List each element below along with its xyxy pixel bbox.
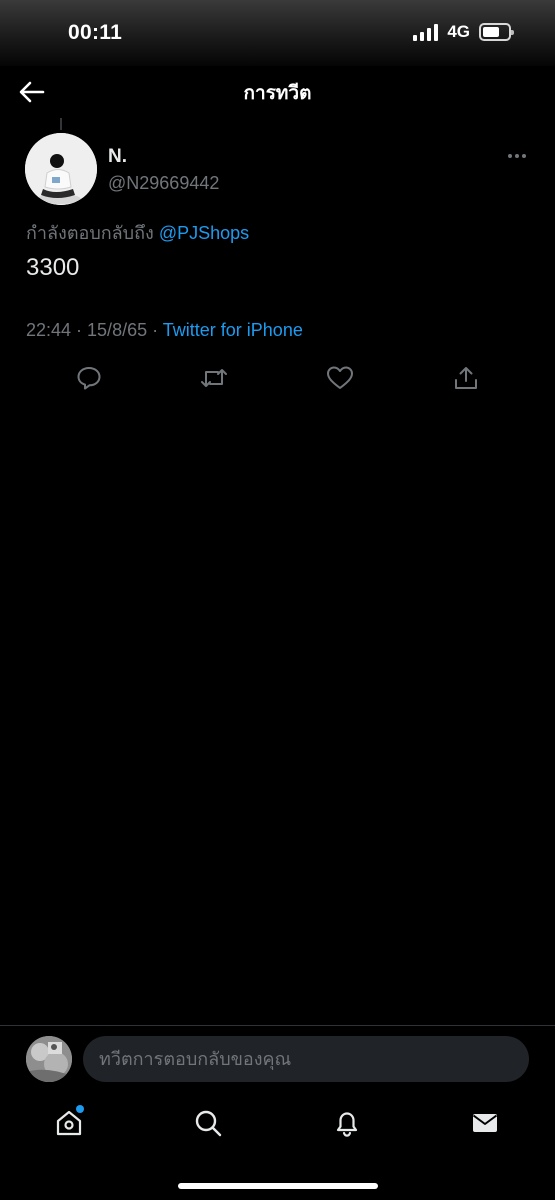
status-time: 00:11 [68,21,123,44]
signal-icon [413,23,439,41]
nav-search[interactable] [190,1105,226,1141]
reply-context: กำลังตอบกลับถึง @PJShops [26,218,249,247]
retweet-icon [201,369,227,387]
thread-connector-line [60,118,62,130]
notifications-icon [336,1112,358,1137]
tweet-text: 3300 [26,254,80,281]
display-name[interactable]: N. [108,146,127,168]
share-icon [455,367,477,389]
home-indicator [178,1183,378,1189]
home-notification-dot [76,1105,84,1113]
reply-button[interactable] [74,363,104,393]
header: การทวีต [0,66,555,118]
page-title: การทวีต [243,83,312,104]
avatar[interactable] [25,133,97,205]
reply-mention-link[interactable]: @PJShops [159,223,249,243]
tweet-timestamp: 22:44 · 15/8/65 · [26,320,163,340]
more-dot [522,154,526,158]
current-user-avatar[interactable] [26,1036,72,1082]
nav-notifications[interactable] [329,1105,365,1141]
reply-prefix: กำลังตอบกลับถึง [26,223,154,243]
more-dot [515,154,519,158]
status-bar: 00:11 4G [0,0,555,66]
like-button[interactable] [325,363,355,393]
current-user-avatar-photo [26,1036,72,1082]
avatar-photo [25,133,97,205]
battery-fill [483,27,499,37]
status-indicators: 4G [413,22,514,42]
nav-messages[interactable] [467,1105,503,1141]
tweet-detail-screen: 00:11 4G การทวีต N. @N29669442 กำลังตอบก… [0,0,555,1200]
reply-icon [77,367,101,390]
user-handle[interactable]: @N29669442 [108,173,219,194]
share-button[interactable] [451,363,481,393]
more-dot [508,154,512,158]
battery-icon [479,23,514,41]
like-icon [327,366,353,389]
search-icon [195,1110,222,1137]
tweet-source-link[interactable]: Twitter for iPhone [163,320,303,340]
divider [0,1025,555,1026]
reply-input[interactable] [83,1036,529,1082]
network-label: 4G [447,22,470,41]
retweet-button[interactable] [199,363,229,393]
tweet-meta: 22:44 · 15/8/65 · Twitter for iPhone [26,320,303,341]
more-icon[interactable] [500,144,534,168]
nav-home[interactable] [51,1105,87,1141]
messages-icon [472,1114,498,1132]
